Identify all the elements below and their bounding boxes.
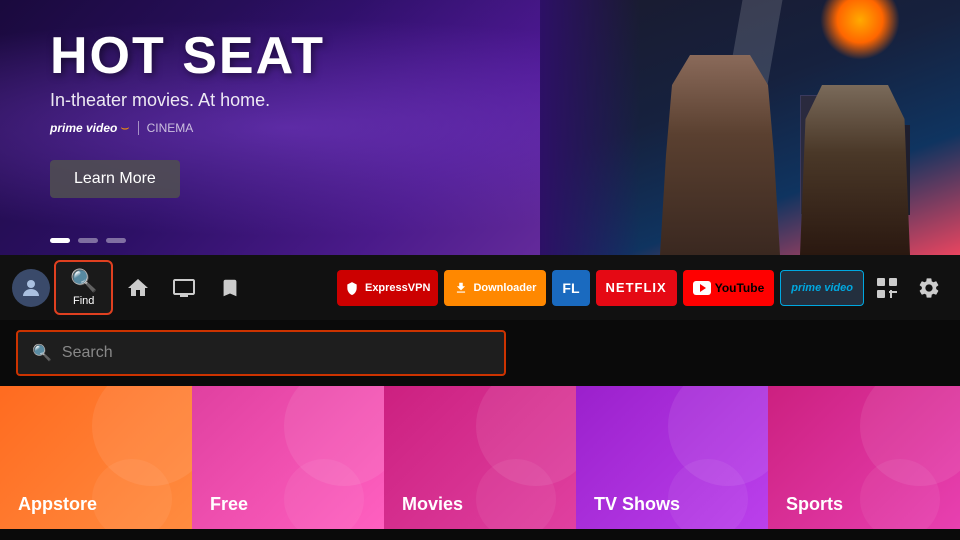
- filelinked-app[interactable]: FL: [552, 270, 589, 306]
- search-box[interactable]: 🔍 Search: [16, 330, 506, 376]
- netflix-label: NETFLIX: [606, 280, 667, 295]
- cat-circle2-deco: [92, 459, 172, 529]
- cat-circle2-deco: [668, 459, 748, 529]
- search-placeholder: Search: [62, 344, 113, 362]
- dot-1[interactable]: [50, 238, 70, 243]
- prime-video-label: prime video: [791, 282, 853, 294]
- category-free[interactable]: Free: [192, 386, 384, 529]
- watchlist-button[interactable]: [209, 267, 251, 309]
- user-avatar[interactable]: [12, 269, 50, 307]
- prime-video-app[interactable]: prime video: [780, 270, 864, 306]
- filelinked-label: FL: [562, 280, 579, 296]
- category-sports-label: Sports: [786, 494, 843, 515]
- cat-circle2-deco: [860, 459, 940, 529]
- downloader-label: Downloader: [454, 281, 536, 295]
- learn-more-button[interactable]: Learn More: [50, 160, 180, 198]
- character-1: [660, 55, 780, 255]
- hero-subtitle: In-theater movies. At home.: [50, 90, 325, 111]
- gear-icon: [917, 276, 941, 300]
- prime-logo-text: prime video: [50, 121, 117, 135]
- downloader-app[interactable]: Downloader: [444, 270, 546, 306]
- youtube-app[interactable]: YouTube: [683, 270, 775, 306]
- hero-image: [540, 0, 960, 255]
- hero-banner: HOT SEAT In-theater movies. At home. pri…: [0, 0, 960, 255]
- category-movies-label: Movies: [402, 494, 463, 515]
- hero-image-overlay: [540, 0, 640, 255]
- live-tv-button[interactable]: [163, 267, 205, 309]
- prime-video-logo: prime video ⌣: [50, 119, 130, 136]
- cinema-label: CINEMA: [138, 121, 194, 135]
- hero-brand: prime video ⌣ CINEMA: [50, 119, 325, 136]
- find-button[interactable]: 🔍 Find: [54, 260, 113, 315]
- dot-3[interactable]: [106, 238, 126, 243]
- netflix-app[interactable]: NETFLIX: [596, 270, 677, 306]
- prime-arrow-icon: ⌣: [120, 119, 129, 136]
- expressvpn-label: ExpressVPN: [345, 281, 430, 295]
- settings-button[interactable]: [910, 269, 948, 307]
- category-movies[interactable]: Movies: [384, 386, 576, 529]
- category-sports[interactable]: Sports: [768, 386, 960, 529]
- grid-icon: [876, 277, 898, 299]
- home-button[interactable]: [117, 267, 159, 309]
- category-appstore-label: Appstore: [18, 494, 97, 515]
- find-label: Find: [73, 295, 94, 307]
- all-apps-button[interactable]: [868, 269, 906, 307]
- cat-circle2-deco: [284, 459, 364, 529]
- youtube-play-icon: [693, 281, 711, 295]
- search-icon: 🔍: [70, 268, 97, 294]
- hero-content: HOT SEAT In-theater movies. At home. pri…: [50, 30, 325, 198]
- hero-title: HOT SEAT: [50, 30, 325, 82]
- dot-2[interactable]: [78, 238, 98, 243]
- category-tvshows[interactable]: TV Shows: [576, 386, 768, 529]
- search-icon: 🔍: [32, 343, 52, 363]
- cat-circle2-deco: [476, 459, 556, 529]
- hero-dots: [50, 238, 126, 243]
- search-section: 🔍 Search: [0, 320, 960, 386]
- youtube-label: YouTube: [715, 281, 765, 295]
- category-appstore[interactable]: Appstore: [0, 386, 192, 529]
- navigation-bar: 🔍 Find ExpressVPN: [0, 255, 960, 320]
- expressvpn-app[interactable]: ExpressVPN: [337, 270, 438, 306]
- app-shortcuts: ExpressVPN Downloader FL NETFLIX: [337, 270, 864, 306]
- category-free-label: Free: [210, 494, 248, 515]
- category-grid: Appstore Free Movies TV Shows Sports: [0, 386, 960, 529]
- character-2: [800, 85, 910, 255]
